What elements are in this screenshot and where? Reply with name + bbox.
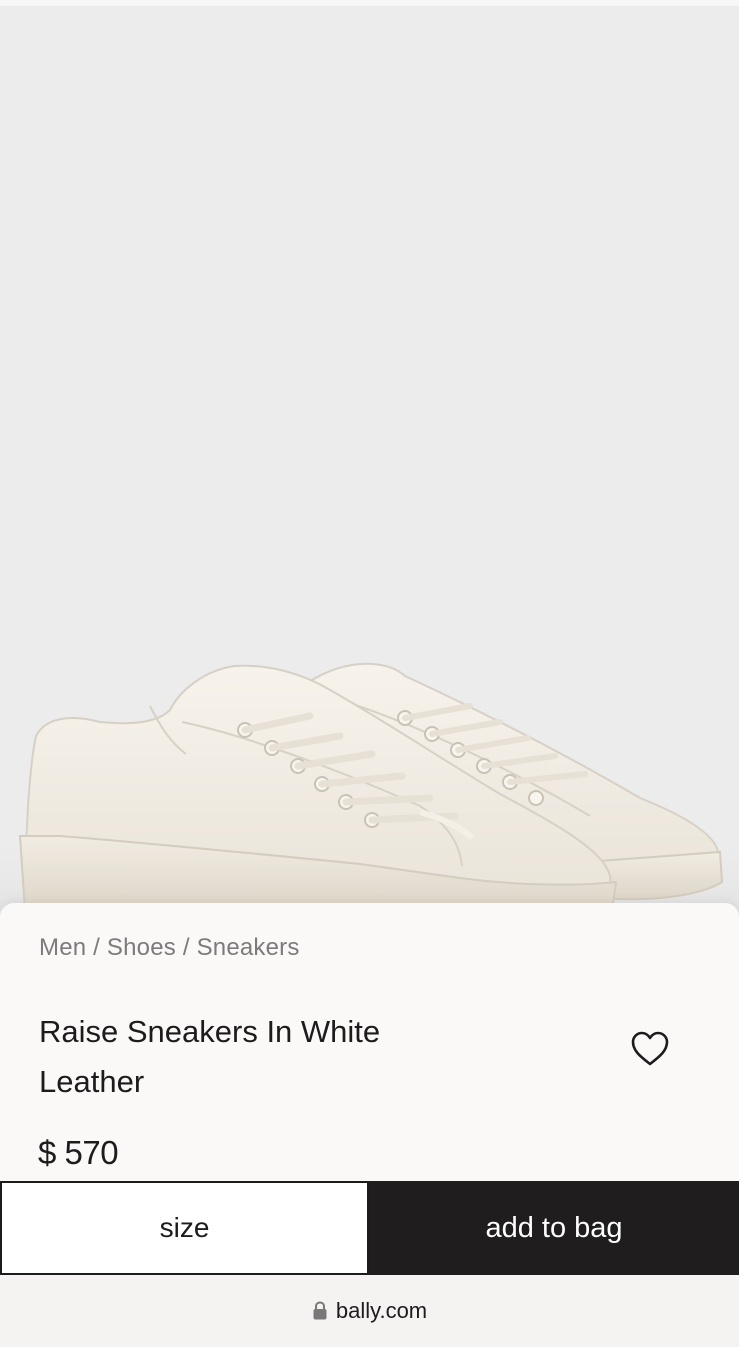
breadcrumb-sneakers[interactable]: Sneakers (197, 934, 300, 961)
lock-icon (313, 1301, 327, 1320)
product-page: Men / Shoes / Sneakers Raise Sneakers In… (0, 0, 739, 1347)
add-to-bag-button[interactable]: add to bag (369, 1181, 739, 1275)
breadcrumb-shoes[interactable]: Shoes (107, 934, 176, 961)
product-title: Raise Sneakers In White Leather (39, 1014, 381, 1099)
product-info-sheet: Men / Shoes / Sneakers Raise Sneakers In… (0, 903, 739, 1183)
breadcrumb-men[interactable]: Men (39, 934, 86, 961)
breadcrumb: Men / Shoes / Sneakers (39, 934, 300, 962)
product-price: $ 570 (38, 1134, 119, 1171)
browser-address-bar[interactable]: bally.com (0, 1275, 739, 1347)
size-button[interactable]: size (0, 1181, 369, 1275)
sneaker-image (0, 662, 739, 926)
heart-icon (631, 1031, 669, 1066)
browser-domain: bally.com (335, 1298, 428, 1323)
purchase-actions: size add to bag (0, 1181, 739, 1275)
breadcrumb-separator: / (86, 934, 107, 961)
wishlist-button[interactable] (629, 1029, 671, 1069)
product-image[interactable] (0, 6, 739, 926)
breadcrumb-separator: / (175, 934, 197, 961)
